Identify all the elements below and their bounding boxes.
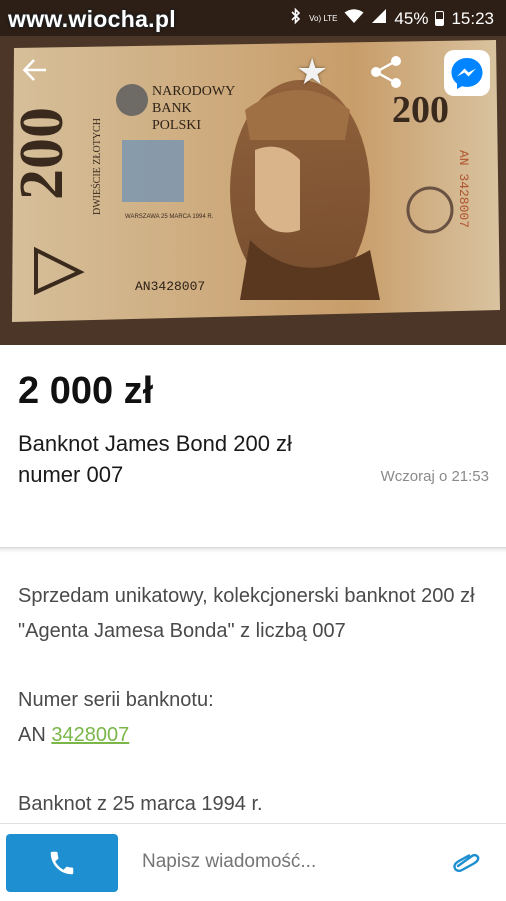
- serial-print: AN3428007: [135, 279, 205, 294]
- serial-line: AN 3428007: [18, 718, 493, 753]
- messenger-button[interactable]: [444, 50, 490, 96]
- listing-description: Sprzedam unikatowy, kolekcjonerski bankn…: [18, 579, 493, 822]
- serial-number-link[interactable]: 3428007: [51, 724, 129, 746]
- bank-name-3: POLSKI: [152, 118, 201, 133]
- attach-button[interactable]: [450, 850, 482, 879]
- message-input[interactable]: [140, 850, 414, 874]
- image-toolbar: ★: [0, 48, 506, 98]
- description-text: Sprzedam unikatowy, kolekcjonerski bankn…: [18, 585, 475, 642]
- issue-date: WARSZAWA 25 MARCA 1994 R.: [125, 214, 214, 220]
- vertical-serial: AN 3428007: [456, 150, 471, 228]
- back-arrow-icon: [22, 59, 46, 81]
- denomination-large: 200: [8, 107, 76, 200]
- messenger-icon: [451, 58, 483, 89]
- wifi-icon: [344, 8, 364, 29]
- serial-label: Numer serii banknotu:: [18, 689, 214, 711]
- share-button[interactable]: [368, 54, 404, 95]
- volte-indicator: Vo) LTE: [309, 14, 338, 23]
- bluetooth-icon: [290, 7, 302, 30]
- phone-icon: [50, 851, 74, 875]
- star-icon: ★: [296, 51, 329, 92]
- signal-icon: [371, 8, 387, 29]
- battery-icon: [435, 11, 445, 26]
- serial-prefix: AN: [18, 724, 52, 746]
- paperclip-icon: [453, 854, 480, 872]
- issue-date-line: Banknot z 25 marca 1994 r.: [18, 793, 263, 815]
- listing-date: Wczoraj o 21:53: [380, 468, 489, 485]
- status-indicators: Vo) LTE 45% 15:23: [290, 7, 494, 30]
- section-divider: [0, 547, 506, 553]
- call-button[interactable]: [6, 834, 118, 892]
- bank-name-2: BANK: [152, 101, 192, 116]
- share-icon: [371, 56, 401, 88]
- battery-percent: 45%: [394, 8, 429, 28]
- watermark-text: www.wiocha.pl: [8, 6, 176, 32]
- favorite-button[interactable]: ★: [296, 52, 328, 92]
- denomination-words: DWIEŚCIE ZŁOTYCH: [91, 118, 103, 215]
- back-button[interactable]: [22, 56, 48, 88]
- status-bar: www.wiocha.pl Vo) LTE 45% 15:23: [0, 0, 506, 36]
- message-bar: [0, 823, 506, 901]
- clock: 15:23: [451, 8, 494, 28]
- listing-price: 2 000 zł: [18, 370, 154, 412]
- listing-title: Banknot James Bond 200 zł numer 007: [18, 431, 292, 487]
